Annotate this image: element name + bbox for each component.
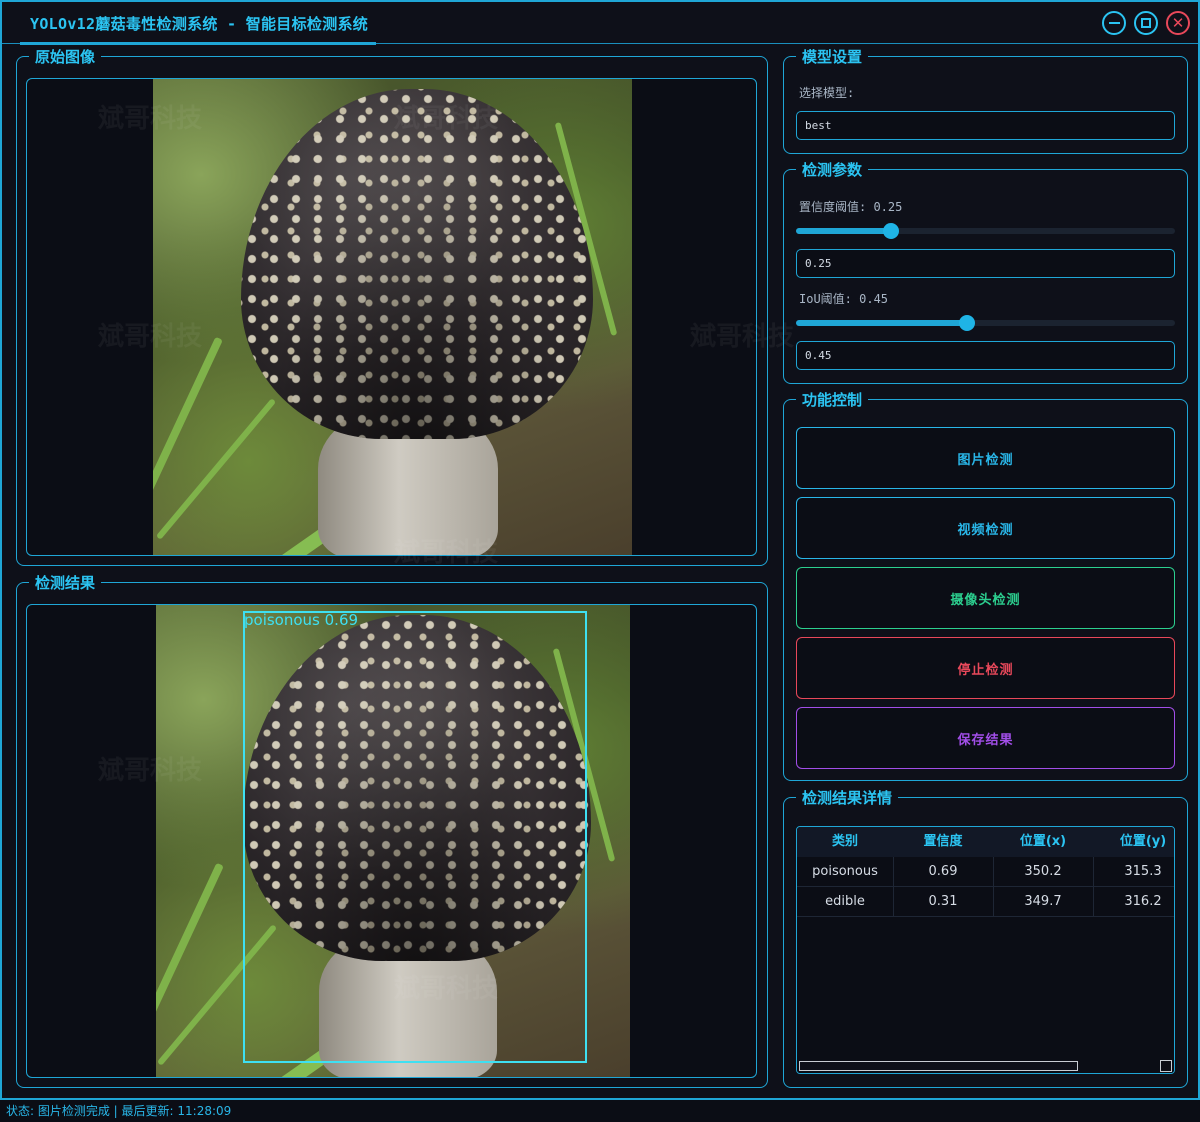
- detection-details-title: 检测结果详情: [796, 787, 899, 808]
- main-window: YOLOv12蘑菇毒性检测系统 - 智能目标检测系统 ✕ 原始图像 检测结果 p…: [0, 0, 1200, 1100]
- model-select[interactable]: best: [796, 111, 1175, 140]
- column-divider: [893, 857, 894, 917]
- close-icon: ✕: [1171, 13, 1185, 32]
- title-underline: [20, 42, 376, 45]
- minimize-button[interactable]: [1102, 11, 1126, 35]
- table-cell: 0.69: [928, 864, 958, 879]
- select-model-label: 选择模型:: [799, 86, 855, 100]
- video-detect-button[interactable]: 视频检测: [796, 497, 1175, 559]
- confidence-slider-handle[interactable]: [882, 223, 899, 239]
- function-control-title: 功能控制: [796, 389, 869, 410]
- table-cell: poisonous: [812, 864, 878, 879]
- close-button[interactable]: ✕: [1166, 11, 1190, 35]
- column-header[interactable]: 位置(y): [1093, 827, 1174, 857]
- table-cell: 349.7: [1024, 894, 1062, 909]
- camera-detect-button[interactable]: 摄像头检测: [796, 567, 1175, 629]
- confidence-input[interactable]: 0.25: [796, 249, 1175, 278]
- save-result-button[interactable]: 保存结果: [796, 707, 1175, 769]
- table-row[interactable]: poisonous 0.69 350.2 315.3: [797, 857, 1174, 887]
- detection-result-title: 检测结果: [29, 572, 102, 593]
- detection-params-title: 检测参数: [796, 159, 869, 180]
- table-row[interactable]: edible 0.31 349.7 316.2: [797, 887, 1174, 917]
- table-cell: 0.31: [928, 894, 958, 909]
- status-bar: 状态: 图片检测完成 | 最后更新: 11:28:09: [0, 1100, 1200, 1122]
- confidence-threshold-label: 置信度阈值: 0.25: [799, 200, 903, 214]
- original-mushroom-image: [153, 79, 632, 555]
- table-cell: edible: [825, 894, 865, 909]
- original-image-frame: [26, 78, 757, 556]
- confidence-slider-fill: [796, 228, 891, 234]
- iou-slider[interactable]: [796, 315, 1175, 331]
- scrollbar-end-button[interactable]: [1160, 1060, 1172, 1072]
- maximize-icon: [1141, 18, 1151, 28]
- model-settings-title: 模型设置: [796, 46, 869, 67]
- column-header[interactable]: 位置(x): [993, 827, 1093, 857]
- column-header[interactable]: 置信度: [893, 827, 993, 857]
- original-image-title: 原始图像: [29, 46, 102, 67]
- image-detect-button[interactable]: 图片检测: [796, 427, 1175, 489]
- results-table[interactable]: 类别 置信度 位置(x) 位置(y) poisonous 0.69 350.2 …: [796, 826, 1175, 1074]
- column-divider: [993, 857, 994, 917]
- window-title: YOLOv12蘑菇毒性检测系统 - 智能目标检测系统: [30, 15, 369, 33]
- table-cell: 315.3: [1124, 864, 1162, 879]
- iou-slider-fill: [796, 320, 967, 326]
- stop-detect-button[interactable]: 停止检测: [796, 637, 1175, 699]
- column-header[interactable]: 类别: [797, 827, 893, 857]
- confidence-slider[interactable]: [796, 223, 1175, 239]
- iou-input[interactable]: 0.45: [796, 341, 1175, 370]
- detection-image-frame: poisonous 0.69: [26, 604, 757, 1078]
- table-header: 类别 置信度 位置(x) 位置(y): [797, 827, 1174, 857]
- iou-threshold-label: IoU阈值: 0.45: [799, 292, 889, 306]
- column-divider: [1093, 857, 1094, 917]
- table-cell: 350.2: [1024, 864, 1062, 879]
- horizontal-scrollbar[interactable]: [797, 1059, 1174, 1073]
- minimize-icon: [1108, 22, 1120, 24]
- table-cell: 316.2: [1124, 894, 1162, 909]
- maximize-button[interactable]: [1134, 11, 1158, 35]
- iou-slider-handle[interactable]: [958, 315, 975, 331]
- detection-label: poisonous 0.69: [244, 611, 359, 629]
- title-bar[interactable]: YOLOv12蘑菇毒性检测系统 - 智能目标检测系统 ✕: [2, 2, 1198, 45]
- detection-bounding-box: [243, 611, 587, 1063]
- scrollbar-handle[interactable]: [799, 1061, 1078, 1071]
